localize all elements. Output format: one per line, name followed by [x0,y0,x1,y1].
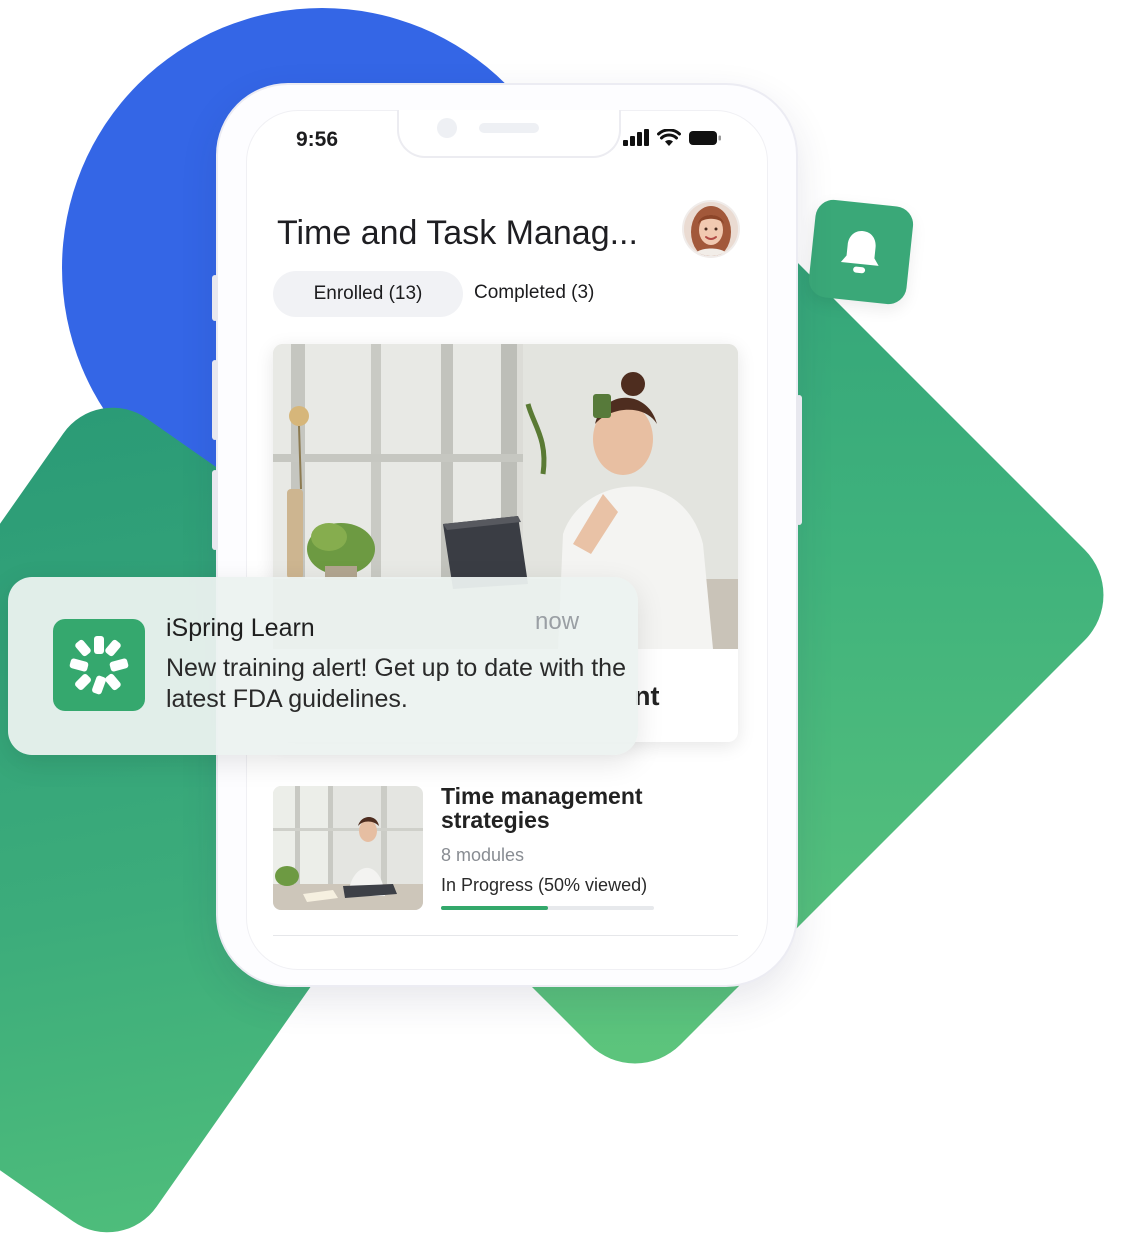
cellular-signal-icon [623,129,649,146]
notification-time: now [535,608,580,635]
status-icons [622,129,722,147]
avatar-portrait [684,202,738,256]
front-camera [437,118,457,138]
phone-volume-up [212,360,218,440]
status-time: 9:56 [296,128,339,151]
page-title: Time and Task Manag... [277,214,638,252]
course-title[interactable]: Time management strategies [441,784,681,832]
wifi-icon [657,129,681,146]
ispring-logo-icon [53,619,145,711]
ispring-logo-mark [69,636,129,695]
phone-notch [397,110,621,158]
course-progress-status: In Progress (50% viewed) [441,875,648,895]
tab-completed[interactable]: Completed (3) [474,282,594,304]
push-notification[interactable]: iSpring Learn now New training alert! Ge… [8,577,638,755]
bell-icon [840,231,879,274]
notification-bell-badge [807,198,915,306]
list-divider [273,935,738,936]
notification-app-name: iSpring Learn [166,614,315,642]
course-modules-count: 8 modules [441,845,525,865]
notification-message: New training alert! Get up to date with … [166,654,626,713]
avatar[interactable] [684,202,738,256]
earpiece-speaker [479,123,539,133]
tab-enrolled[interactable]: Enrolled (13) [273,271,463,317]
course-progress-bar [441,906,654,910]
course-progress-fill [441,906,548,910]
phone-power-button [796,395,802,525]
course-thumbnail[interactable] [273,786,423,910]
battery-icon [689,131,721,145]
course-thumbnail-image [273,786,423,910]
phone-volume-down [212,470,218,550]
phone-side-button [212,275,218,321]
